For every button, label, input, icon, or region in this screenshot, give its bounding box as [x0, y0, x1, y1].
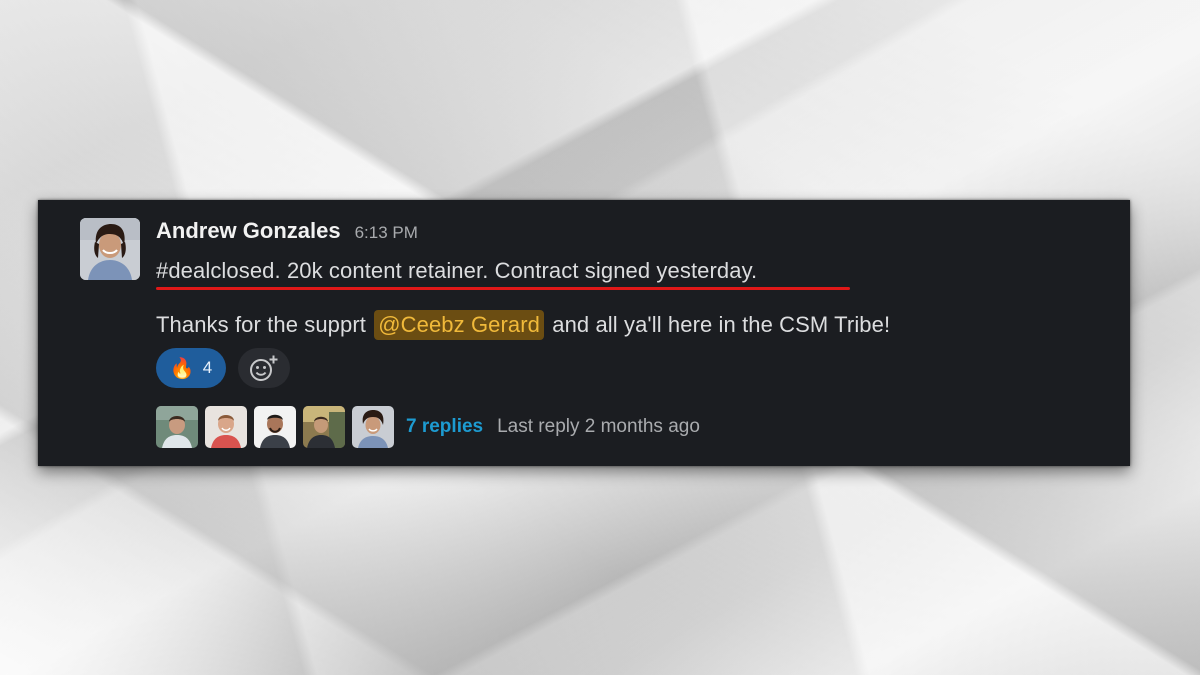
message-header: Andrew Gonzales 6:13 PM	[156, 218, 418, 246]
participant-avatar-4[interactable]	[303, 406, 345, 448]
reaction-count: 4	[202, 358, 213, 377]
author-name[interactable]: Andrew Gonzales	[156, 218, 341, 244]
thread-summary[interactable]: 7 replies Last reply 2 months ago	[156, 406, 700, 448]
message-text-line-2: Thanks for the supprt @Ceebz Gerard and …	[156, 310, 890, 340]
participant-avatar-5[interactable]	[352, 406, 394, 448]
add-reaction-icon	[250, 355, 278, 381]
message-text-before-mention: Thanks for the supprt	[156, 312, 366, 337]
reaction-fire[interactable]: 🔥 4	[156, 348, 226, 388]
author-avatar[interactable]	[80, 218, 140, 280]
participant-avatar-1[interactable]	[156, 406, 198, 448]
replies-link[interactable]: 7 replies	[406, 416, 483, 438]
message-card: Andrew Gonzales 6:13 PM #dealclosed. 20k…	[38, 200, 1130, 466]
fire-icon: 🔥	[169, 357, 195, 380]
message-text-line-1: #dealclosed. 20k content retainer. Contr…	[156, 258, 758, 283]
participant-avatar-2[interactable]	[205, 406, 247, 448]
user-mention[interactable]: @Ceebz Gerard	[374, 310, 545, 340]
participant-avatar-3[interactable]	[254, 406, 296, 448]
add-reaction-button[interactable]	[238, 348, 290, 388]
last-reply-info: Last reply 2 months ago	[497, 416, 700, 437]
message-text-after-mention: and all ya'll here in the CSM Tribe!	[552, 312, 891, 337]
message-timestamp[interactable]: 6:13 PM	[355, 223, 418, 243]
highlight-underline	[156, 287, 850, 290]
